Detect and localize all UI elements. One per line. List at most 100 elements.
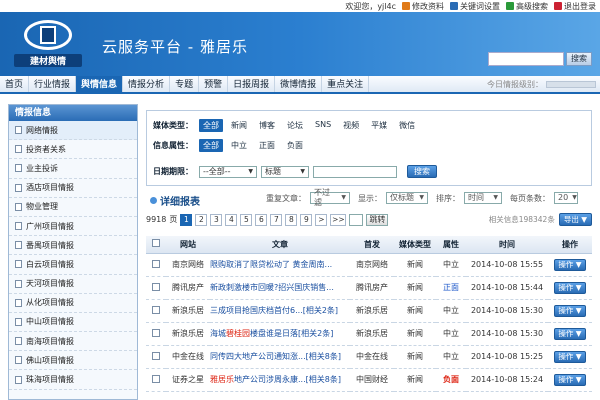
- media-type-option[interactable]: 论坛: [283, 119, 307, 132]
- header-search-input[interactable]: [488, 52, 564, 66]
- page-jump-input[interactable]: [349, 213, 364, 226]
- page-number[interactable]: 4: [225, 213, 238, 226]
- row-checkbox[interactable]: [152, 328, 160, 337]
- row-first: 中国财经: [350, 368, 394, 392]
- row-op-button[interactable]: 操作 ▼: [554, 350, 586, 363]
- related-link[interactable]: [相关2条]: [298, 329, 333, 338]
- sort-select[interactable]: 时间 ▼: [464, 192, 502, 204]
- sidebar-item[interactable]: 珠海项目情报: [9, 370, 137, 390]
- nav-weibo[interactable]: 微博情报: [275, 76, 323, 92]
- page-number[interactable]: 3: [210, 213, 223, 226]
- row-site: 南京网络: [166, 253, 210, 277]
- range-select[interactable]: --全部-- ▼: [199, 165, 257, 178]
- related-link[interactable]: [相关8条]: [306, 375, 341, 384]
- attr-option[interactable]: 中立: [227, 139, 251, 152]
- row-checkbox[interactable]: [152, 259, 160, 268]
- keyword-settings-link[interactable]: 关键词设置: [450, 1, 500, 12]
- edit-profile-link[interactable]: 修改资料: [402, 1, 444, 12]
- sidebar-item[interactable]: 白云项目情报: [9, 255, 137, 275]
- table-row: 新浪乐居 三成项目抢国庆档首付6...[相关2条] 新浪乐居 新闻 中立 2014-10-…: [146, 299, 592, 323]
- select-all-checkbox[interactable]: [152, 239, 160, 248]
- row-checkbox[interactable]: [152, 351, 160, 360]
- page-number[interactable]: 6: [255, 213, 268, 226]
- media-type-option[interactable]: 视频: [339, 119, 363, 132]
- page-number[interactable]: 2: [195, 213, 208, 226]
- keyword-input[interactable]: [313, 165, 397, 178]
- nav-industry[interactable]: 行业情报: [29, 76, 77, 92]
- row-op-button[interactable]: 操作 ▼: [554, 373, 586, 386]
- row-title[interactable]: 新政刺激楼市回暖?招兴国庆销售...: [210, 276, 350, 300]
- row-op-button[interactable]: 操作 ▼: [554, 327, 586, 340]
- next-page[interactable]: >: [315, 213, 328, 226]
- row-time: 2014-10-08 15:55: [466, 253, 548, 277]
- attr-option[interactable]: 负面: [283, 139, 307, 152]
- sidebar-item[interactable]: 广州项目情报: [9, 217, 137, 237]
- last-page[interactable]: >>: [330, 213, 347, 226]
- media-type-option[interactable]: 微信: [395, 119, 419, 132]
- advanced-search-link[interactable]: 高级搜索: [506, 1, 548, 12]
- row-checkbox[interactable]: [152, 282, 160, 291]
- media-type-option[interactable]: 平媒: [367, 119, 391, 132]
- row-title[interactable]: 三成项目抢国庆档首付6...[相关2条]: [210, 299, 350, 323]
- nav-topics[interactable]: 专题: [170, 76, 200, 92]
- sidebar-item[interactable]: 酒店项目情报: [9, 179, 137, 198]
- jump-button[interactable]: 跳转: [366, 213, 389, 226]
- document-icon: [15, 298, 22, 307]
- page-number[interactable]: 1: [180, 213, 193, 226]
- page-number[interactable]: 5: [240, 213, 253, 226]
- media-type-option[interactable]: 新闻: [227, 119, 251, 132]
- table-row: 新浪乐居 海城碧桂园楼盘谁是日落[相关2条] 新浪乐居 新闻 中立 2014-10-08 …: [146, 322, 592, 346]
- row-site: 腾讯房产: [166, 276, 210, 300]
- media-type-option[interactable]: 全部: [199, 119, 223, 132]
- sidebar-item[interactable]: 物业管理: [9, 198, 137, 217]
- display-select[interactable]: 仅标题 ▼: [386, 192, 428, 204]
- row-attr: 中立: [436, 345, 466, 369]
- nav-opinion[interactable]: 舆情信息: [76, 76, 124, 92]
- sidebar-item[interactable]: 网络情报: [9, 121, 137, 141]
- attr-option[interactable]: 正面: [255, 139, 279, 152]
- media-type-option[interactable]: 博客: [255, 119, 279, 132]
- row-op-button[interactable]: 操作 ▼: [554, 281, 586, 294]
- page-number[interactable]: 7: [270, 213, 283, 226]
- sidebar-item[interactable]: 番禺项目情报: [9, 236, 137, 256]
- field-select[interactable]: 标题 ▼: [261, 165, 309, 178]
- row-op-button[interactable]: 操作 ▼: [554, 304, 586, 317]
- row-first: 中金在线: [350, 345, 394, 369]
- row-title[interactable]: 雅居乐地产公司涉周永康...[相关8条]: [210, 368, 350, 392]
- sidebar-item[interactable]: 中山项目情报: [9, 313, 137, 333]
- related-link[interactable]: [相关2条]: [303, 306, 338, 315]
- export-button[interactable]: 导出 ▼: [558, 213, 592, 226]
- media-type-option[interactable]: SNS: [311, 119, 335, 132]
- page-number[interactable]: 8: [285, 213, 298, 226]
- sidebar-item[interactable]: 佛山项目情报: [9, 351, 137, 371]
- header-search-button[interactable]: 搜索: [566, 52, 592, 66]
- nav-analysis[interactable]: 情报分析: [123, 76, 171, 92]
- row-op-button[interactable]: 操作 ▼: [554, 258, 586, 271]
- row-title[interactable]: 限购取消了限贷松动了 黄金周南...: [210, 253, 350, 277]
- nav-home[interactable]: 首页: [0, 76, 30, 92]
- nav-alerts[interactable]: 预警: [199, 76, 229, 92]
- nav-reports[interactable]: 日报周报: [228, 76, 276, 92]
- logout-link[interactable]: 退出登录: [554, 1, 596, 12]
- row-title[interactable]: 同传四大地产公司通知涨...[相关8条]: [210, 345, 350, 369]
- col-attr: 属性: [436, 236, 466, 254]
- related-link[interactable]: [相关8条]: [306, 352, 341, 361]
- row-attr: 中立: [436, 299, 466, 323]
- row-time: 2014-10-08 15:25: [466, 345, 548, 369]
- attr-option[interactable]: 全部: [199, 139, 223, 152]
- nav-focus[interactable]: 重点关注: [322, 76, 370, 92]
- row-checkbox[interactable]: [152, 374, 160, 383]
- row-title[interactable]: 海城碧桂园楼盘谁是日落[相关2条]: [210, 322, 350, 346]
- repeat-select[interactable]: 不过滤 ▼: [310, 188, 350, 207]
- sidebar-item[interactable]: 业主投诉: [9, 159, 137, 179]
- page-number[interactable]: 9: [300, 213, 313, 226]
- per-page-select[interactable]: 20 ▼: [554, 192, 578, 204]
- row-time: 2014-10-08 15:44: [466, 276, 548, 300]
- sidebar-item[interactable]: 天河项目情报: [9, 275, 137, 294]
- sidebar-item[interactable]: 从化项目情报: [9, 294, 137, 313]
- row-checkbox[interactable]: [152, 305, 160, 314]
- document-icon: [15, 164, 22, 173]
- filter-search-button[interactable]: 搜索: [407, 165, 437, 178]
- sidebar-item[interactable]: 投资者关系: [9, 140, 137, 160]
- sidebar-item[interactable]: 南海项目情报: [9, 332, 137, 352]
